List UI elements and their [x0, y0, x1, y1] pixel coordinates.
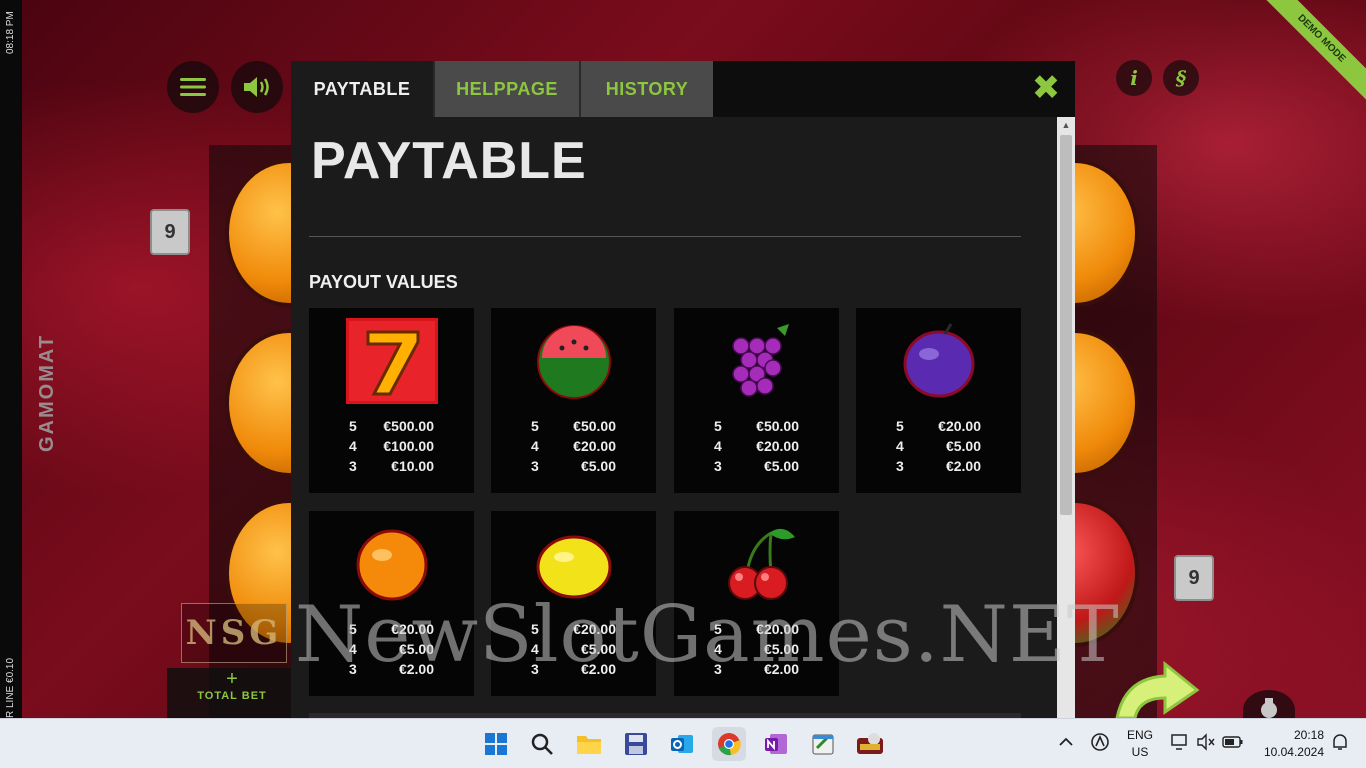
- game-background: 08:18 PM R LINE €0.10 GAMOMAT i § DEMO M…: [0, 0, 1366, 718]
- plum-icon: [893, 318, 985, 404]
- tab-paytable[interactable]: PAYTABLE: [291, 61, 433, 117]
- autoplay-button[interactable]: [1243, 690, 1295, 718]
- info-icon: i: [1130, 66, 1138, 90]
- spin-arrow-icon: [1115, 660, 1200, 718]
- vertical-clock: 08:18 PM: [5, 11, 16, 54]
- total-bet-label: TOTAL BET: [197, 690, 267, 702]
- tab-helppage[interactable]: HELPPAGE: [433, 61, 579, 117]
- outlook-icon[interactable]: [665, 727, 699, 761]
- symbol-card-seven: 5 €500.00 4 €100.00 3 €10.00: [309, 308, 474, 493]
- battery-icon[interactable]: [1222, 735, 1244, 749]
- modal-tabs: PAYTABLE HELPPAGE HISTORY: [291, 61, 713, 117]
- language-region[interactable]: US: [1124, 745, 1156, 759]
- chevron-up-icon[interactable]: [1057, 733, 1075, 751]
- vertical-line-bet: R LINE €0.10: [5, 657, 16, 718]
- tab-history[interactable]: HISTORY: [579, 61, 713, 117]
- close-icon: ✖: [1031, 69, 1061, 107]
- save-icon[interactable]: [619, 727, 653, 761]
- symbol-card-grapes: 5 €50.00 4 €20.00 3 €5.00: [674, 308, 839, 493]
- grapes-icon: [711, 318, 803, 404]
- network-icon[interactable]: [1170, 733, 1190, 751]
- speaker-icon: [244, 77, 269, 97]
- left-info-strip: 08:18 PM R LINE €0.10: [0, 0, 22, 718]
- sound-button[interactable]: [231, 61, 283, 113]
- watermelon-icon: [528, 318, 620, 404]
- plus-icon: +: [226, 668, 238, 690]
- scroll-thumb[interactable]: [1060, 135, 1072, 515]
- payline-badge-right: 9: [1174, 555, 1214, 601]
- scroll-up-icon[interactable]: ▲: [1057, 117, 1075, 133]
- gamble-button[interactable]: §: [1163, 60, 1199, 96]
- info-button[interactable]: i: [1116, 60, 1152, 96]
- notification-bell-icon[interactable]: [1330, 732, 1350, 752]
- file-explorer-icon[interactable]: [572, 727, 606, 761]
- vpn-icon[interactable]: [1090, 732, 1110, 752]
- onenote-icon[interactable]: [759, 727, 793, 761]
- taskbar: ENG US 20:18 10.04.2024: [0, 718, 1366, 768]
- page-title: PAYTABLE: [311, 132, 587, 190]
- spin-button[interactable]: [1105, 660, 1205, 718]
- taskbar-date[interactable]: 10.04.2024: [1254, 745, 1324, 759]
- close-button[interactable]: ✖: [1031, 71, 1061, 105]
- search-icon[interactable]: [525, 727, 559, 761]
- total-bet-button[interactable]: + TOTAL BET: [167, 668, 297, 718]
- language-code[interactable]: ENG: [1124, 728, 1156, 742]
- taskbar-time[interactable]: 20:18: [1254, 728, 1324, 742]
- windows-start-icon[interactable]: [479, 727, 513, 761]
- currency-icon: §: [1175, 66, 1187, 90]
- watermark-text: NewSlotGames.NET: [295, 590, 1120, 680]
- section-title: PAYOUT VALUES: [309, 272, 458, 292]
- symbol-card-plum: 5 €20.00 4 €5.00 3 €2.00: [856, 308, 1021, 493]
- seven-icon: [345, 318, 438, 404]
- symbol-card-watermelon: 5 €50.00 4 €20.00 3 €5.00: [491, 308, 656, 493]
- brand-logo: GAMOMAT: [36, 333, 58, 452]
- slot-game-icon[interactable]: [853, 727, 887, 761]
- payline-badge-left: 9: [150, 209, 190, 255]
- menu-button[interactable]: [167, 61, 219, 113]
- volume-muted-icon[interactable]: [1196, 733, 1216, 751]
- chrome-icon[interactable]: [712, 727, 746, 761]
- money-bag-icon: [1261, 698, 1277, 718]
- divider: [309, 236, 1021, 237]
- hamburger-icon: [180, 78, 206, 96]
- notepad-icon[interactable]: [806, 727, 840, 761]
- demo-mode-ribbon: DEMO MODE: [1253, 0, 1366, 107]
- watermark-logo: NSG: [181, 603, 287, 663]
